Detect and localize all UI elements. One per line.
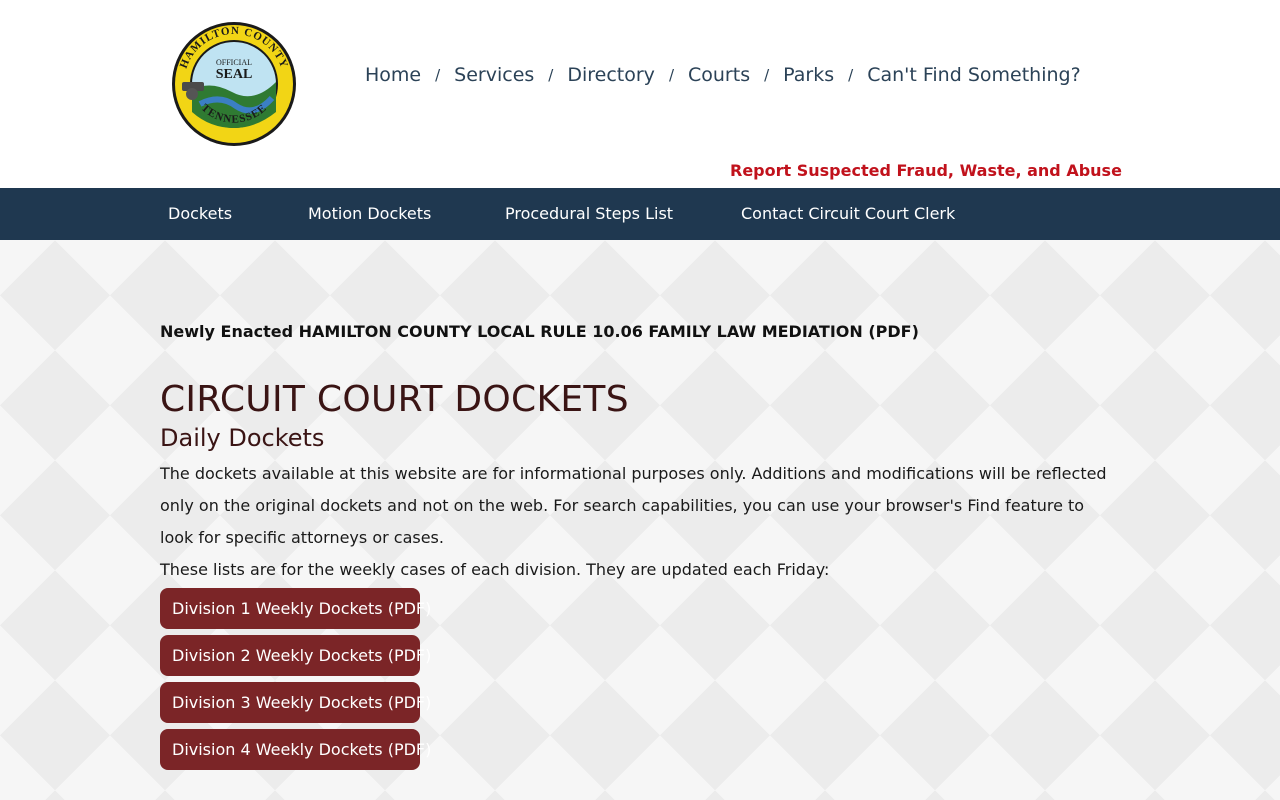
svg-text:SEAL: SEAL <box>216 67 253 82</box>
nav-separator: / <box>548 66 554 84</box>
nav-home[interactable]: Home <box>365 64 421 86</box>
division-4-dockets-button[interactable]: Division 4 Weekly Dockets (PDF) <box>160 729 431 770</box>
subnav-contact-circuit-court-clerk[interactable]: Contact Circuit Court Clerk <box>741 204 955 223</box>
nav-courts[interactable]: Courts <box>688 64 750 86</box>
subnav-dockets[interactable]: Dockets <box>168 204 232 223</box>
svg-text:OFFICIAL: OFFICIAL <box>216 58 252 67</box>
division-3-dockets-button[interactable]: Division 3 Weekly Dockets (PDF) <box>160 682 431 723</box>
seal-image: OFFICIAL SEAL HAMILTON COUNTY TENNESSEE <box>172 22 296 146</box>
subnav-motion-dockets[interactable]: Motion Dockets <box>308 204 431 223</box>
nav-directory[interactable]: Directory <box>567 64 655 86</box>
nav-separator: / <box>668 66 674 84</box>
site-header: OFFICIAL SEAL HAMILTON COUNTY TENNESSEE … <box>0 0 1280 188</box>
nav-separator: / <box>435 66 441 84</box>
docket-button-list: Division 1 Weekly Dockets (PDF) Division… <box>160 588 1120 770</box>
nav-services[interactable]: Services <box>454 64 534 86</box>
nav-separator: / <box>764 66 770 84</box>
content-column: Newly Enacted HAMILTON COUNTY LOCAL RULE… <box>160 320 1120 776</box>
top-navigation: Home / Services / Directory / Courts / P… <box>365 64 1081 86</box>
nav-parks[interactable]: Parks <box>783 64 834 86</box>
county-seal-logo[interactable]: OFFICIAL SEAL HAMILTON COUNTY TENNESSEE <box>170 20 298 148</box>
subnav-procedural-steps-list[interactable]: Procedural Steps List <box>505 204 673 223</box>
nav-separator: / <box>848 66 854 84</box>
division-1-dockets-button[interactable]: Division 1 Weekly Dockets (PDF) <box>160 588 431 629</box>
section-navigation-bar: Dockets Motion Dockets Procedural Steps … <box>0 188 1280 240</box>
weekly-note: These lists are for the weekly cases of … <box>160 560 830 579</box>
main-content-area: Newly Enacted HAMILTON COUNTY LOCAL RULE… <box>0 240 1280 800</box>
local-rule-pdf-link[interactable]: Newly Enacted HAMILTON COUNTY LOCAL RULE… <box>160 320 1120 344</box>
section-subtitle: Daily Dockets <box>160 424 325 452</box>
page-title: CIRCUIT COURT DOCKETS <box>160 379 629 420</box>
nav-cant-find-something[interactable]: Can't Find Something? <box>867 64 1080 86</box>
division-2-dockets-button[interactable]: Division 2 Weekly Dockets (PDF) <box>160 635 431 676</box>
report-fraud-link[interactable]: Report Suspected Fraud, Waste, and Abuse <box>730 161 1122 180</box>
intro-paragraph: The dockets available at this website ar… <box>160 464 1107 547</box>
